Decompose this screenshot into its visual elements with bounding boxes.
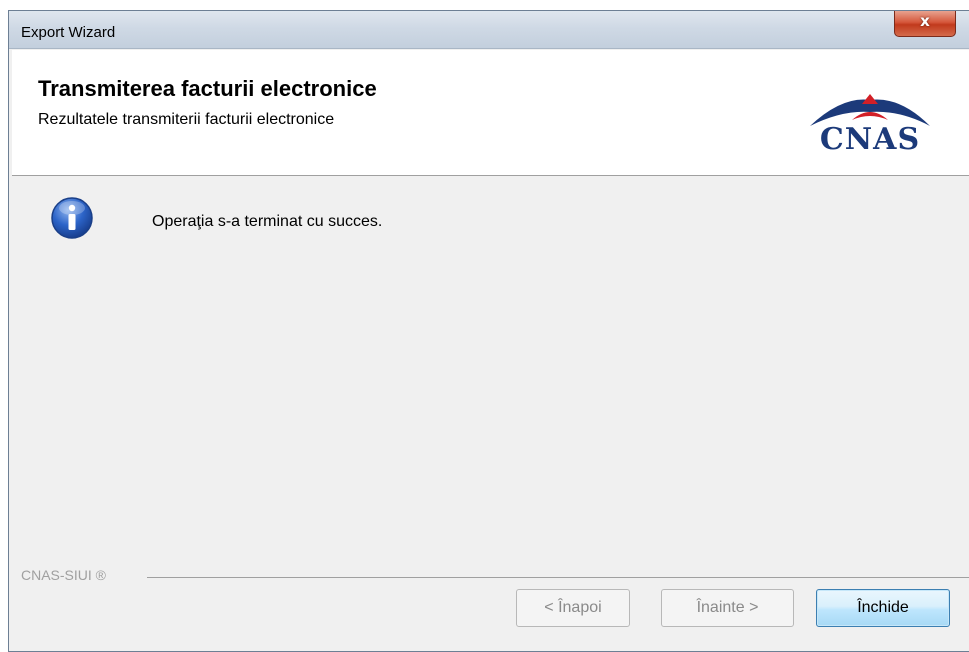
wizard-header: Transmiterea facturii electronice Rezult… bbox=[12, 50, 969, 176]
next-button[interactable]: Înainte > bbox=[661, 589, 794, 627]
page-title: Transmiterea facturii electronice bbox=[38, 76, 377, 101]
close-window-button[interactable]: x bbox=[894, 11, 956, 37]
footer-brand-label: CNAS-SIUI ® bbox=[21, 567, 106, 583]
result-message: Operaţia s-a terminat cu succes. bbox=[152, 213, 383, 230]
title-bar[interactable]: Export Wizard x bbox=[9, 11, 969, 49]
back-button[interactable]: < Înapoi bbox=[516, 589, 630, 627]
cnas-logo: CNAS bbox=[802, 90, 938, 160]
page-subtitle: Rezultatele transmiterii facturii electr… bbox=[38, 111, 335, 128]
info-icon bbox=[51, 197, 93, 239]
window-title: Export Wizard bbox=[21, 24, 116, 41]
export-wizard-window: Export Wizard x Transmiterea facturii el… bbox=[8, 10, 969, 652]
cnas-logo-text: CNAS bbox=[819, 122, 921, 157]
footer-divider bbox=[147, 577, 969, 578]
close-button[interactable]: Închide bbox=[816, 589, 950, 627]
wizard-content: Operaţia s-a terminat cu succes. bbox=[12, 176, 969, 566]
close-icon: x bbox=[920, 12, 930, 30]
